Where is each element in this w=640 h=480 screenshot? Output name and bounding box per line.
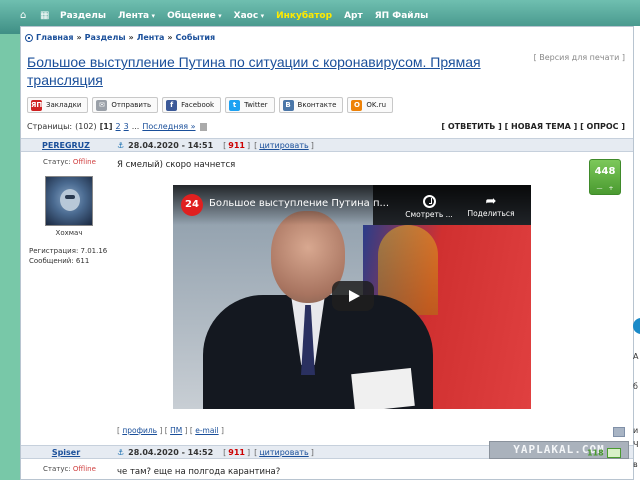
avatar[interactable] [45, 176, 93, 226]
home-icon[interactable]: ⌂ [20, 11, 30, 21]
facebook-icon: f [166, 99, 178, 111]
post-number[interactable]: 911 [228, 141, 245, 150]
mail-icon: ✉ [96, 99, 108, 111]
nav-item-razdely[interactable]: Разделы [60, 11, 106, 21]
post-footer-links: [ профиль ] [ ПМ ] [ e-mail ] [117, 426, 224, 435]
rate-plus-button[interactable]: + [608, 185, 613, 192]
post-date: 28.04.2020 - 14:52 [128, 448, 214, 457]
rating-value: 448 [594, 166, 616, 177]
share-vk-button[interactable]: В Вконтакте [278, 97, 344, 113]
email-link[interactable]: e-mail [195, 426, 218, 435]
home-circle-icon [25, 33, 33, 42]
watch-later-button[interactable]: Смотреть ... [401, 195, 457, 219]
topic-title[interactable]: Большое выступление Путина по ситуации с… [27, 53, 537, 89]
profile-link[interactable]: профиль [122, 426, 157, 435]
youtube-embed[interactable]: 24 Большое выступление Путина п... Смотр… [173, 185, 531, 409]
video-title[interactable]: Большое выступление Путина п... [209, 198, 389, 209]
nav-item-lenta[interactable]: Лента [118, 11, 155, 21]
nav-item-yap-files[interactable]: ЯП Файлы [375, 11, 429, 21]
ok-icon: О [351, 99, 363, 111]
user-status: Статус: Offline [43, 465, 96, 473]
breadcrumb-sobytiya[interactable]: События [176, 33, 216, 42]
breadcrumb-razdely[interactable]: Разделы [85, 33, 126, 42]
anchor-icon[interactable]: ⚓ [117, 141, 124, 150]
user-title: Хохмач [55, 229, 83, 237]
post-author[interactable]: PEREGRUZ [21, 141, 111, 150]
twitter-icon: t [229, 99, 241, 111]
topic-panel: Главная » Разделы » Лента » События Боль… [20, 26, 634, 480]
share-bookmarks-button[interactable]: ЯП Закладки [27, 97, 89, 113]
nav-item-art[interactable]: Арт [344, 11, 363, 21]
user-status: Статус: Offline [43, 158, 96, 166]
play-button[interactable] [332, 281, 374, 311]
share-ok-button[interactable]: О OK.ru [347, 97, 394, 113]
share-bar: ЯП Закладки ✉ Отправить f Facebook t Twitter… [27, 97, 394, 113]
post-date: 28.04.2020 - 14:51 [128, 141, 214, 150]
page-link-2[interactable]: 2 [116, 122, 121, 131]
nav-item-inkubator[interactable]: Инкубатор [276, 11, 332, 21]
user-stats: Регистрация: 7.01.16 Сообщений: 611 [29, 247, 108, 265]
yap-icon: ЯП [31, 99, 43, 111]
quote-link[interactable]: цитировать [259, 141, 308, 150]
post-text: Я смелый) скоро начнется [117, 160, 236, 170]
nav-item-obshchenie[interactable]: Общение [167, 11, 222, 21]
pm-link[interactable]: ПМ [170, 426, 182, 435]
breadcrumb-home[interactable]: Главная [36, 33, 73, 42]
rate-minus-button[interactable]: — [596, 185, 602, 192]
post-number[interactable]: 911 [228, 448, 245, 457]
clock-icon [422, 195, 436, 208]
print-version-link[interactable]: [ Версия для печати ] [534, 53, 625, 62]
vk-icon: В [282, 99, 294, 111]
page-link-3[interactable]: 3 [124, 122, 129, 131]
circle-icon[interactable] [633, 318, 640, 334]
share-arrow-icon: ➦ [485, 194, 497, 209]
share-send-button[interactable]: ✉ Отправить [92, 97, 159, 113]
quote-link[interactable]: цитировать [259, 448, 308, 457]
document-icon[interactable] [199, 122, 207, 131]
video-share-button[interactable]: ➦ Поделиться [463, 194, 519, 219]
post-meta: ⚓ 28.04.2020 - 14:52 [911] [цитировать] [117, 448, 314, 457]
channel-logo[interactable]: 24 [181, 194, 203, 216]
breadcrumb: Главная » Разделы » Лента » События [25, 33, 215, 42]
main-nav: ⌂ ▦ Разделы Лента Общение Хаос Инкубатор… [20, 7, 440, 25]
breadcrumb-lenta[interactable]: Лента [137, 33, 165, 42]
rating-box-icon[interactable] [606, 448, 621, 458]
left-background-strip [0, 34, 20, 480]
topic-actions[interactable]: [ ОТВЕТИТЬ ] [ НОВАЯ ТЕМА ] [ ОПРОС ] [441, 122, 625, 131]
post-header: PEREGRUZ ⚓ 28.04.2020 - 14:51 [911] [цит… [21, 138, 633, 152]
post-text: че там? еще на полгода карантина? [117, 467, 281, 477]
anchor-icon[interactable]: ⚓ [117, 448, 124, 457]
nav-item-khaos[interactable]: Хаос [234, 11, 264, 21]
last-page-link[interactable]: Последняя » [142, 122, 195, 131]
post-meta: ⚓ 28.04.2020 - 14:51 [911] [цитировать] [117, 141, 314, 150]
side-panel-peek: А б и Ч в [630, 318, 640, 480]
share-facebook-button[interactable]: f Facebook [162, 97, 222, 113]
scroll-up-icon[interactable] [613, 427, 625, 437]
grid-icon[interactable]: ▦ [40, 11, 50, 21]
post-rating: 448 — + [589, 159, 621, 195]
post-rating: 118 [587, 448, 621, 460]
share-twitter-button[interactable]: t Twitter [225, 97, 275, 113]
current-page: [1] [99, 122, 113, 131]
pagination: Страницы: (102) [1] 2 3 ... Последняя » [27, 122, 207, 131]
post-author[interactable]: Spiser [21, 448, 111, 457]
